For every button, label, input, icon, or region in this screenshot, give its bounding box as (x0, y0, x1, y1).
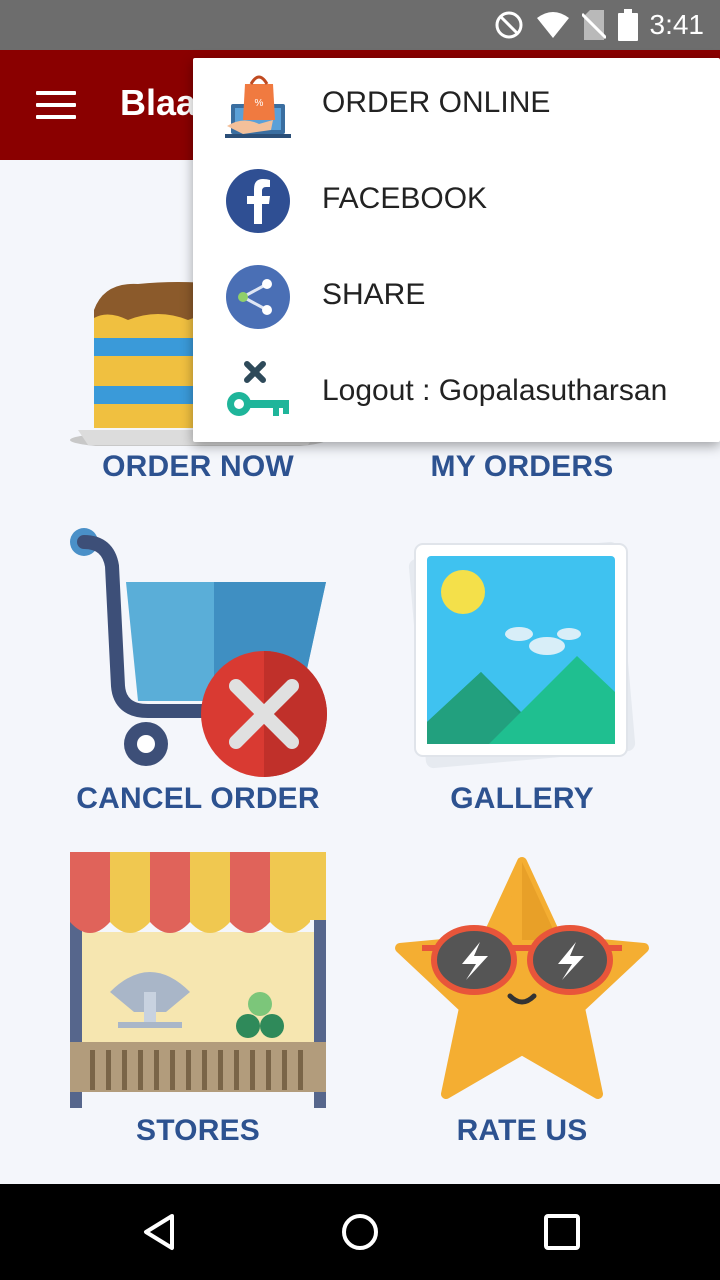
menu-label-facebook: FACEBOOK (322, 182, 488, 215)
star-sunglasses-icon (395, 857, 649, 1099)
menu-label-logout: Logout : Gopalasutharsan (322, 374, 668, 407)
cancel-order-label: CANCEL ORDER (76, 782, 320, 815)
shopping-bag-laptop-icon: % (225, 75, 291, 138)
system-nav-bar (0, 1184, 720, 1280)
status-time: 3:41 (649, 9, 705, 40)
app-title: Blaa (120, 82, 197, 123)
home-icon[interactable] (340, 1212, 380, 1252)
store-icon (70, 852, 326, 1108)
gallery-icon (408, 541, 636, 769)
menu-item-facebook[interactable]: FACEBOOK (193, 154, 720, 250)
menu-label-share: SHARE (322, 278, 426, 311)
overflow-menu: % ORDER ONLINE FACEBOOK SHARE Logout: G… (193, 58, 720, 442)
hamburger-menu-icon[interactable] (36, 91, 76, 121)
stores-tile[interactable]: STORES (18, 850, 378, 1160)
status-bar: 3:41 (0, 0, 720, 50)
gallery-tile[interactable]: GALLERY (342, 520, 702, 820)
logout-key-icon (227, 361, 289, 416)
menu-label-order-online: ORDER ONLINE (322, 86, 551, 119)
do-not-disturb-icon (495, 11, 522, 39)
facebook-icon (226, 169, 290, 233)
svg-text:%: % (255, 98, 264, 109)
cart-cancel-icon (70, 528, 327, 777)
recents-icon[interactable] (542, 1212, 582, 1252)
my-orders-label: MY ORDERS (430, 450, 614, 483)
no-sim-icon (581, 10, 606, 40)
order-now-label: ORDER NOW (102, 450, 294, 483)
menu-item-share[interactable]: SHARE (193, 250, 720, 346)
back-icon[interactable] (140, 1212, 180, 1252)
gallery-label: GALLERY (450, 782, 594, 815)
wifi-icon (536, 12, 569, 38)
share-icon (226, 265, 290, 329)
rate-us-label: RATE US (456, 1114, 588, 1147)
menu-item-logout[interactable]: Logout : Gopalasutharsan (193, 346, 720, 442)
battery-icon (617, 9, 638, 41)
menu-item-order-online[interactable]: % ORDER ONLINE (193, 58, 720, 154)
cancel-order-tile[interactable]: CANCEL ORDER (18, 520, 378, 820)
rate-us-tile[interactable]: RATE US (342, 850, 702, 1160)
stores-label: STORES (135, 1114, 260, 1147)
